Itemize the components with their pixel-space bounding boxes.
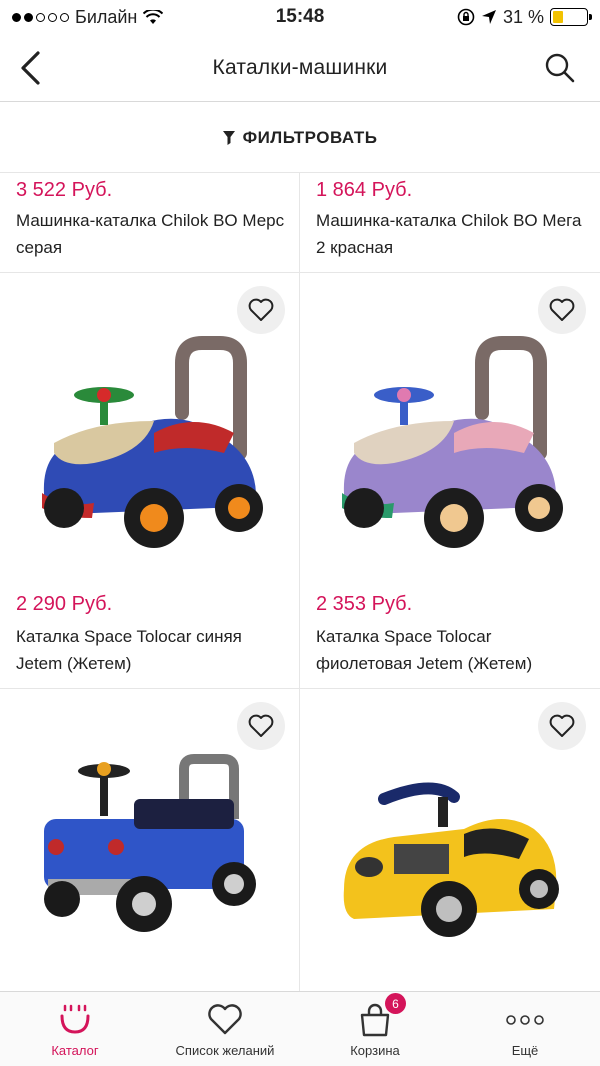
product-name: Каталка Space Tolocar синяя Jetem (Жетем…	[16, 627, 242, 673]
product-price: 2 290 Руб.	[16, 593, 113, 615]
search-button[interactable]	[540, 48, 580, 88]
purple-ride-on-car-image	[342, 336, 563, 548]
tab-label: Список желаний	[175, 1043, 275, 1058]
cart-count-badge: 6	[385, 993, 406, 1014]
page-title: Каталки-машинки	[212, 55, 388, 79]
tab-bar: Каталог Список желаний 6 Корзина Ещё	[0, 991, 600, 1066]
yellow-sports-car-ride-on-image	[343, 782, 559, 937]
battery-icon	[550, 8, 592, 26]
filter-button[interactable]: ФИЛЬТРОВАТЬ	[0, 103, 600, 173]
product-card[interactable]	[0, 689, 300, 991]
product-name: Машинка-каталка Chilok BO Мега 2 красная	[316, 211, 582, 257]
tab-label: Каталог	[51, 1043, 99, 1058]
product-grid: 3 522 Руб. Машинка-каталка Chilok BO Мер…	[0, 173, 600, 991]
heart-icon	[248, 298, 274, 321]
search-icon	[545, 53, 575, 83]
nav-bar: Каталки-машинки	[0, 34, 600, 102]
add-to-wishlist-button[interactable]	[538, 286, 586, 334]
tab-catalog[interactable]: Каталог	[0, 992, 150, 1066]
tab-label: Ещё	[511, 1043, 539, 1058]
location-arrow-icon	[481, 10, 496, 24]
orientation-lock-icon	[457, 8, 475, 26]
product-price: 3 522 Руб.	[16, 179, 113, 201]
chevron-left-icon	[21, 51, 40, 85]
product-price: 1 864 Руб.	[316, 179, 413, 201]
heart-icon	[248, 714, 274, 737]
more-dots-icon	[505, 1001, 545, 1039]
wifi-icon	[143, 9, 164, 24]
heart-icon	[207, 1001, 243, 1039]
status-bar: Билайн 15:48 31 %	[0, 0, 600, 34]
heart-icon	[549, 298, 575, 321]
battery-fill	[553, 11, 563, 23]
add-to-wishlist-button[interactable]	[237, 702, 285, 750]
tab-wishlist[interactable]: Список желаний	[150, 992, 300, 1066]
product-name: Машинка-каталка Chilok BO Мерс серая	[16, 211, 285, 257]
product-card[interactable]	[300, 689, 600, 991]
bag-icon: 6	[358, 993, 406, 1039]
product-price: 2 353 Руб.	[316, 593, 413, 615]
product-card[interactable]: 2 353 Руб. Каталка Space Tolocar фиолето…	[300, 273, 600, 689]
signal-strength-icon	[12, 12, 69, 22]
add-to-wishlist-button[interactable]	[237, 286, 285, 334]
product-card[interactable]: 1 864 Руб. Машинка-каталка Chilok BO Мег…	[300, 173, 600, 273]
product-card[interactable]: 2 290 Руб. Каталка Space Tolocar синяя J…	[0, 273, 300, 689]
battery-percent: 31 %	[502, 6, 544, 27]
blue-ride-on-car-image	[42, 336, 263, 548]
heart-icon	[549, 714, 575, 737]
status-right: 31 %	[457, 6, 592, 28]
tab-label: Корзина	[350, 1043, 400, 1058]
filter-funnel-icon	[222, 130, 235, 145]
status-left: Билайн	[12, 6, 164, 28]
tab-cart[interactable]: 6 Корзина	[300, 992, 450, 1066]
back-button[interactable]	[10, 48, 50, 88]
carrier-name: Билайн	[75, 6, 138, 27]
product-card[interactable]: 3 522 Руб. Машинка-каталка Chilok BO Мер…	[0, 173, 300, 273]
add-to-wishlist-button[interactable]	[538, 702, 586, 750]
filter-label: ФИЛЬТРОВАТЬ	[242, 127, 378, 147]
tab-more[interactable]: Ещё	[450, 992, 600, 1066]
product-name: Каталка Space Tolocar фиолетовая Jetem (…	[316, 627, 533, 673]
catalog-smile-icon	[57, 1001, 93, 1039]
blue-jeep-ride-on-image	[44, 754, 256, 932]
